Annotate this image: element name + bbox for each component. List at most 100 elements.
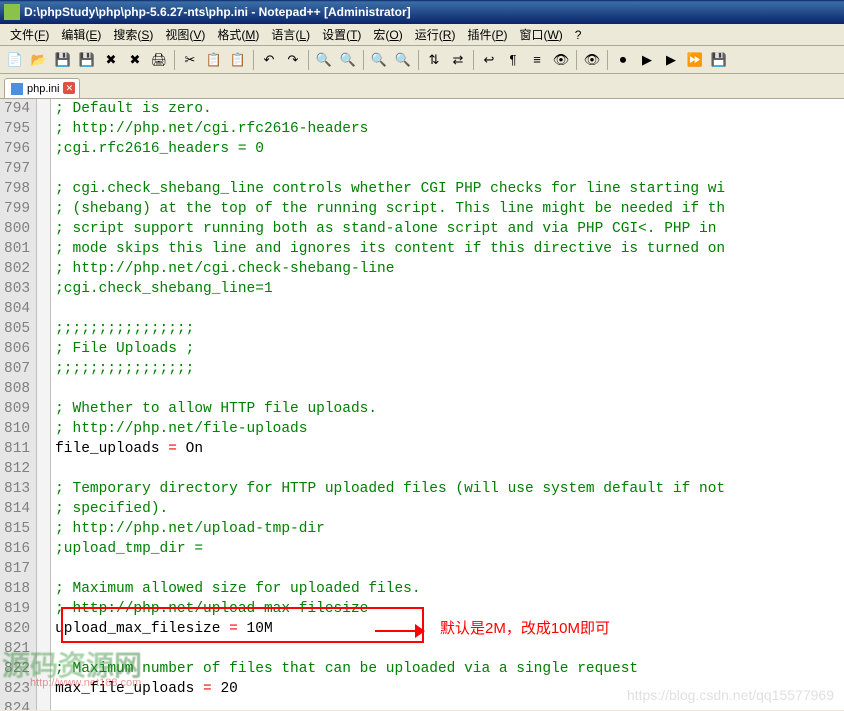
- line-number: 812: [4, 459, 30, 479]
- save-macro-icon[interactable]: 💾: [708, 49, 730, 71]
- menu-F[interactable]: 文件(F): [4, 24, 55, 45]
- open-file-icon[interactable]: 📂: [28, 49, 50, 71]
- undo-icon[interactable]: ↶: [258, 49, 280, 71]
- line-number: 824: [4, 699, 30, 710]
- monitor-icon[interactable]: 👁: [581, 49, 603, 71]
- zoom-in-icon[interactable]: 🔍: [368, 49, 390, 71]
- annotation-arrow: [375, 630, 420, 632]
- menu-help[interactable]: ?: [569, 26, 588, 44]
- play-multi-icon[interactable]: ⏩: [684, 49, 706, 71]
- menu-S[interactable]: 搜索(S): [107, 24, 159, 45]
- wrap-icon[interactable]: ↩: [478, 49, 500, 71]
- code-line: ; Maximum allowed size for uploaded file…: [55, 579, 840, 599]
- menu-E[interactable]: 编辑(E): [55, 24, 107, 45]
- menu-L[interactable]: 语言(L): [265, 24, 316, 45]
- menu-V[interactable]: 视图(V): [159, 24, 211, 45]
- menubar: 文件(F)编辑(E)搜索(S)视图(V)格式(M)语言(L)设置(T)宏(O)运…: [0, 24, 844, 46]
- toolbar-separator: [363, 50, 364, 70]
- line-number: 811: [4, 439, 30, 459]
- annotation-arrow-head: [415, 624, 425, 638]
- cut-icon[interactable]: ✂: [179, 49, 201, 71]
- code-line: [55, 159, 840, 179]
- line-number: 815: [4, 519, 30, 539]
- line-number: 799: [4, 199, 30, 219]
- save-icon[interactable]: 💾: [52, 49, 74, 71]
- code-line: ; Whether to allow HTTP file uploads.: [55, 399, 840, 419]
- zoom-out-icon[interactable]: 🔍: [392, 49, 414, 71]
- close-icon[interactable]: ✖: [100, 49, 122, 71]
- copy-icon[interactable]: 📋: [203, 49, 225, 71]
- menu-T[interactable]: 设置(T): [316, 24, 367, 45]
- find-icon[interactable]: 🔍: [313, 49, 335, 71]
- line-number: 794: [4, 99, 30, 119]
- replace-icon[interactable]: 🔍: [337, 49, 359, 71]
- code-line: ; http://php.net/upload-max-filesize: [55, 599, 840, 619]
- record-icon[interactable]: ⏺: [612, 49, 634, 71]
- code-line: ; script support running both as stand-a…: [55, 219, 840, 239]
- line-number: 801: [4, 239, 30, 259]
- annotation-text: 默认是2M，改成10M即可: [440, 619, 610, 639]
- redo-icon[interactable]: ↷: [282, 49, 304, 71]
- toolbar-separator: [308, 50, 309, 70]
- tab-filename: php.ini: [27, 83, 59, 95]
- line-number: 806: [4, 339, 30, 359]
- line-number: 816: [4, 539, 30, 559]
- line-number: 807: [4, 359, 30, 379]
- code-line: file_uploads = On: [55, 439, 840, 459]
- line-number: 809: [4, 399, 30, 419]
- toolbar-separator: [576, 50, 577, 70]
- code-line: [55, 299, 840, 319]
- sync-h-icon[interactable]: ⇄: [447, 49, 469, 71]
- toolbar: 📄📂💾💾✖✖🖨✂📋📋↶↷🔍🔍🔍🔍⇅⇄↩¶≡👁👁⏺▶▶⏩💾: [0, 46, 844, 74]
- menu-O[interactable]: 宏(O): [367, 24, 408, 45]
- line-number: 818: [4, 579, 30, 599]
- line-number: 820: [4, 619, 30, 639]
- code-line: ; File Uploads ;: [55, 339, 840, 359]
- code-line: ;cgi.rfc2616_headers = 0: [55, 139, 840, 159]
- line-number: 795: [4, 119, 30, 139]
- menu-W[interactable]: 窗口(W): [513, 24, 568, 45]
- code-line: ; Maximum number of files that can be up…: [55, 659, 840, 679]
- window-titlebar: D:\phpStudy\php\php-5.6.27-nts\php.ini -…: [0, 0, 844, 24]
- code-line: ; mode skips this line and ignores its c…: [55, 239, 840, 259]
- editor[interactable]: 7947957967977987998008018028038048058068…: [0, 98, 844, 710]
- print-icon[interactable]: 🖨: [148, 49, 170, 71]
- lang-icon[interactable]: 👁: [550, 49, 572, 71]
- code-line: ; http://php.net/cgi.check-shebang-line: [55, 259, 840, 279]
- menu-P[interactable]: 插件(P): [461, 24, 513, 45]
- menu-M[interactable]: 格式(M): [211, 24, 265, 45]
- line-number: 814: [4, 499, 30, 519]
- line-number: 796: [4, 139, 30, 159]
- indent-icon[interactable]: ≡: [526, 49, 548, 71]
- close-tab-icon[interactable]: ✕: [63, 82, 75, 94]
- line-number: 797: [4, 159, 30, 179]
- file-tab[interactable]: php.ini ✕: [4, 78, 80, 98]
- line-number: 817: [4, 559, 30, 579]
- line-number: 810: [4, 419, 30, 439]
- code-line: [55, 559, 840, 579]
- code-line: ; Temporary directory for HTTP uploaded …: [55, 479, 840, 499]
- paste-icon[interactable]: 📋: [227, 49, 249, 71]
- play-back-icon[interactable]: ▶: [636, 49, 658, 71]
- save-all-icon[interactable]: 💾: [76, 49, 98, 71]
- close-all-icon[interactable]: ✖: [124, 49, 146, 71]
- code-line: ; specified).: [55, 499, 840, 519]
- toolbar-separator: [607, 50, 608, 70]
- line-number: 798: [4, 179, 30, 199]
- toolbar-separator: [174, 50, 175, 70]
- code-line: [55, 459, 840, 479]
- new-file-icon[interactable]: 📄: [4, 49, 26, 71]
- file-icon: [11, 83, 23, 95]
- code-line: max_file_uploads = 20: [55, 679, 840, 699]
- code-line: ;upload_tmp_dir =: [55, 539, 840, 559]
- line-number: 823: [4, 679, 30, 699]
- line-number: 803: [4, 279, 30, 299]
- playback-icon[interactable]: ▶: [660, 49, 682, 71]
- app-icon: [4, 4, 20, 20]
- sync-v-icon[interactable]: ⇅: [423, 49, 445, 71]
- code-line: [55, 639, 840, 659]
- code-line: ; Default is zero.: [55, 99, 840, 119]
- chars-icon[interactable]: ¶: [502, 49, 524, 71]
- line-number: 805: [4, 319, 30, 339]
- menu-R[interactable]: 运行(R): [409, 24, 462, 45]
